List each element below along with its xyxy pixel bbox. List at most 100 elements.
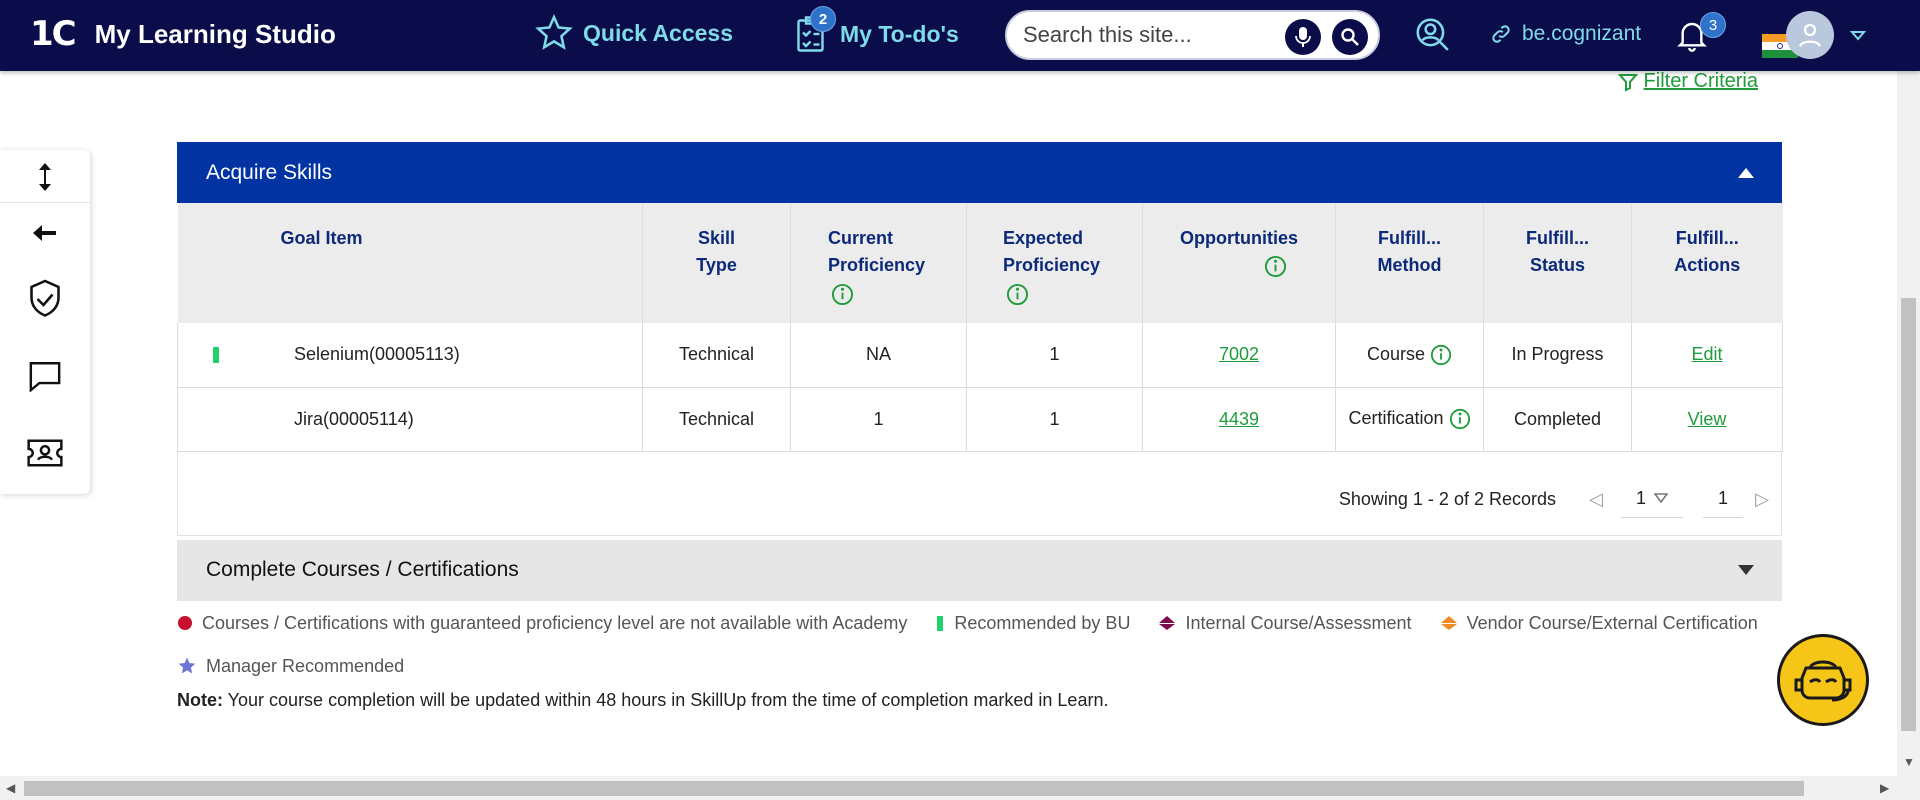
completion-note: Note: Your course completion will be upd… <box>177 690 1108 711</box>
filter-criteria-link[interactable]: Filter Criteria <box>1617 70 1758 93</box>
people-search-button[interactable] <box>1413 15 1451 58</box>
opportunities-link[interactable]: 4439 <box>1219 409 1259 429</box>
quick-access-link[interactable]: Quick Access <box>535 14 733 52</box>
top-navbar: 1C My Learning Studio Quick Access My To… <box>0 0 1920 71</box>
be-cognizant-link[interactable]: be.cognizant <box>1490 22 1641 46</box>
vendor-course-icon <box>1440 616 1457 630</box>
col-fulfill-actions[interactable]: Fulfill... Actions <box>1632 203 1783 323</box>
star-icon <box>535 14 573 50</box>
notifications-button[interactable]: 3 <box>1676 12 1726 59</box>
col-expected-proficiency[interactable]: Expected Proficiency <box>966 203 1143 323</box>
acquire-skills-header[interactable]: Acquire Skills <box>177 142 1782 203</box>
page-select[interactable]: 1 <box>1621 480 1683 518</box>
legend-guaranteed: Courses / Certifications with guaranteed… <box>177 613 907 634</box>
chat-button[interactable] <box>22 353 68 399</box>
col-fulfill-status[interactable]: Fulfill... Status <box>1483 203 1632 323</box>
search-input[interactable] <box>1023 22 1273 48</box>
chat-icon <box>29 362 61 392</box>
next-page-button[interactable]: ▷ <box>1755 489 1769 510</box>
horizontal-scrollbar-thumb[interactable] <box>24 781 1804 796</box>
vertical-scrollbar-thumb[interactable] <box>1901 298 1916 731</box>
current-proficiency-cell: 1 <box>790 387 967 452</box>
toggle-toolbar-button[interactable] <box>22 154 68 200</box>
chatbot-button[interactable] <box>1777 634 1869 726</box>
notification-count-badge: 3 <box>1700 12 1726 38</box>
skill-type-cell: Technical <box>642 323 791 388</box>
expand-vertical-icon <box>39 163 51 191</box>
expected-proficiency-cell: 1 <box>966 323 1143 388</box>
green-bar-icon <box>937 616 944 631</box>
vertical-scrollbar[interactable]: ▼ <box>1897 71 1920 776</box>
support-button[interactable] <box>22 430 68 476</box>
fulfill-status-cell: Completed <box>1483 387 1632 452</box>
col-current-proficiency[interactable]: Current Proficiency <box>790 203 967 323</box>
info-icon[interactable] <box>1449 408 1471 430</box>
records-count: Showing 1 - 2 of 2 Records <box>1338 488 1556 509</box>
edit-link[interactable]: Edit <box>1691 344 1722 364</box>
app-root: 1C My Learning Studio Quick Access My To… <box>0 0 1920 800</box>
info-icon[interactable] <box>831 283 854 306</box>
scroll-right-arrow[interactable]: ▶ <box>1880 781 1889 795</box>
back-button[interactable] <box>22 210 68 256</box>
expand-down-icon[interactable] <box>1738 565 1754 575</box>
table-header-row: Goal Item Skill Type Current Proficiency… <box>177 203 1783 323</box>
search-icon <box>1341 28 1359 46</box>
fulfill-method: Course <box>1366 343 1425 364</box>
legend-manager: Manager Recommended <box>177 656 404 677</box>
goal-item: Jira(00005114) <box>294 408 414 429</box>
col-skill-type[interactable]: Skill Type <box>642 203 791 323</box>
note-label: Note: <box>177 690 223 710</box>
voice-search-button[interactable] <box>1285 19 1321 55</box>
todo-link[interactable]: My To-do's 2 <box>794 6 959 54</box>
info-icon[interactable] <box>1006 283 1029 306</box>
legend-vendor: Vendor Course/External Certification <box>1440 613 1758 634</box>
legend-row: Manager Recommended <box>177 651 1797 681</box>
quick-access-label: Quick Access <box>583 19 734 46</box>
page-input[interactable]: 1 <box>1703 480 1743 518</box>
scroll-down-arrow[interactable]: ▼ <box>1903 755 1915 769</box>
info-icon[interactable] <box>1264 255 1287 278</box>
expected-proficiency-cell: 1 <box>966 387 1143 452</box>
note-text: Your course completion will be updated w… <box>223 690 1109 710</box>
scroll-left-arrow[interactable]: ◀ <box>6 781 15 795</box>
star-icon <box>178 657 196 674</box>
goal-item: Selenium(00005113) <box>294 344 460 365</box>
compliance-button[interactable] <box>22 276 68 322</box>
col-opportunities[interactable]: Opportunities <box>1142 203 1336 323</box>
complete-courses-title: Complete Courses / Certifications <box>206 558 519 581</box>
logo-mark: 1C <box>30 14 77 54</box>
internal-course-icon <box>1159 616 1176 630</box>
opportunities-cell: 4439 <box>1142 387 1336 452</box>
filter-criteria-label: Filter Criteria <box>1643 70 1758 92</box>
chatbot-icon <box>1794 660 1852 702</box>
goal-cell: Selenium(00005113) <box>177 323 643 388</box>
col-goal-item[interactable]: Goal Item <box>177 203 643 323</box>
pagination-bar: Showing 1 - 2 of 2 Records ◁ 1 1 ▷ <box>177 451 1782 536</box>
complete-courses-header[interactable]: Complete Courses / Certifications <box>177 539 1782 601</box>
todo-label: My To-do's <box>840 20 959 47</box>
fulfill-actions-cell: View <box>1631 387 1783 452</box>
chevron-down-icon <box>1849 31 1867 41</box>
fulfill-actions-cell: Edit <box>1631 323 1783 388</box>
logo[interactable]: 1C My Learning Studio <box>30 14 336 54</box>
prev-page-button[interactable]: ◁ <box>1589 489 1603 510</box>
mic-icon <box>1295 27 1311 47</box>
opportunities-link[interactable]: 7002 <box>1219 344 1259 364</box>
skill-type-cell: Technical <box>642 387 791 452</box>
fulfill-method-cell: Certification <box>1335 387 1484 452</box>
collapse-up-icon[interactable] <box>1738 167 1754 178</box>
view-link[interactable]: View <box>1688 409 1727 429</box>
col-fulfill-method[interactable]: Fulfill... Method <box>1335 203 1484 323</box>
profile-menu-toggle[interactable] <box>1849 29 1867 47</box>
acquire-skills-panel: Acquire Skills Goal Item Skill Type Curr… <box>177 142 1783 601</box>
profile-avatar[interactable] <box>1786 11 1834 59</box>
todo-count-badge: 2 <box>810 6 836 32</box>
fulfill-status-cell: In Progress <box>1483 323 1632 388</box>
chevron-down-icon <box>1654 493 1668 503</box>
legend-internal: Internal Course/Assessment <box>1158 613 1412 634</box>
info-icon[interactable] <box>1430 344 1452 366</box>
left-side-toolbar <box>0 150 90 494</box>
filter-icon <box>1617 73 1638 92</box>
horizontal-scrollbar[interactable]: ◀ ▶ <box>0 776 1920 800</box>
search-button[interactable] <box>1332 19 1368 55</box>
